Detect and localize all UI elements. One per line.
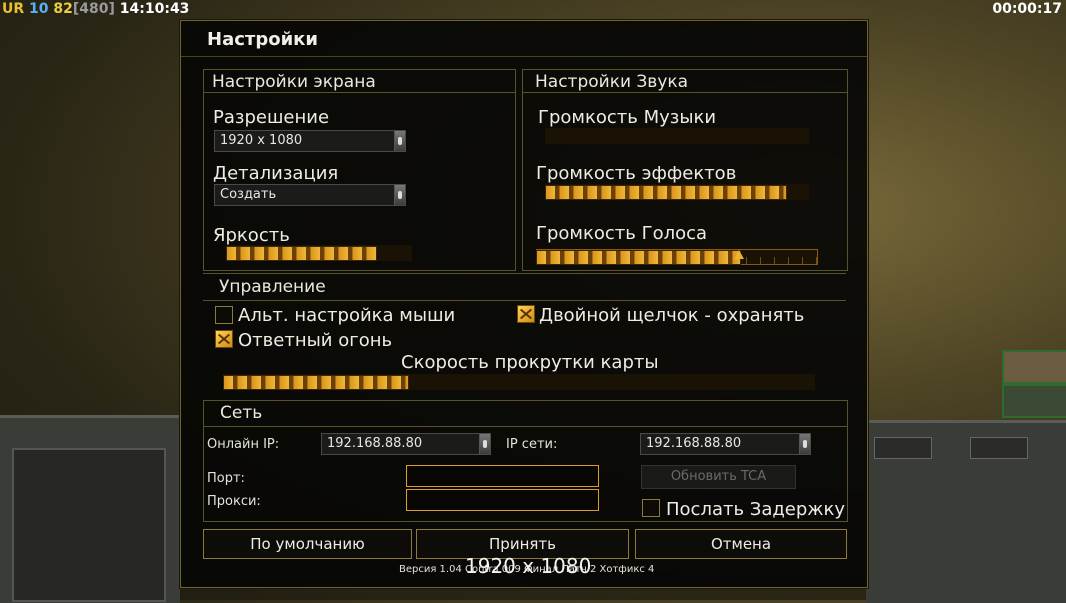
network-panel: Сеть Онлайн IP: 192.168.88.80 IP сети: 1… bbox=[203, 400, 848, 522]
sound-settings-header: Настройки Звука bbox=[523, 70, 847, 93]
game-control-bar-left bbox=[0, 415, 180, 603]
sound-settings-panel: Настройки Звука Громкость Музыки Громкос… bbox=[522, 69, 848, 271]
update-tca-button[interactable]: Обновить TCA bbox=[641, 465, 796, 489]
music-volume-slider-track bbox=[545, 128, 809, 144]
build-slot bbox=[874, 437, 932, 459]
hud-ping: 10 bbox=[29, 1, 49, 17]
resolution-dropdown-icon[interactable] bbox=[394, 131, 405, 151]
voice-volume-slider-fill bbox=[536, 250, 741, 265]
options-dialog: Настройки Настройки экрана Разрешение 19… bbox=[180, 20, 868, 588]
online-ip-label: Онлайн IP: bbox=[207, 437, 280, 452]
lan-ip-select[interactable]: 192.168.88.80 bbox=[640, 433, 811, 455]
dialog-title-bar: Настройки bbox=[181, 21, 867, 57]
online-ip-value: 192.168.88.80 bbox=[327, 436, 423, 451]
hud-stats: UR 10 82[480] 14:10:43 bbox=[2, 1, 189, 17]
sound-settings-title: Настройки Звука bbox=[535, 72, 689, 92]
minimap-screen bbox=[12, 448, 166, 602]
display-settings-panel: Настройки экрана Разрешение 1920 x 1080 … bbox=[203, 69, 516, 271]
detail-value: Создать bbox=[220, 187, 277, 202]
double-click-guard-checkbox[interactable] bbox=[517, 305, 535, 323]
rank-slot bbox=[970, 437, 1028, 459]
game-control-bar-right bbox=[866, 420, 1066, 603]
lan-ip-label: IP сети: bbox=[506, 437, 558, 452]
network-header: Сеть bbox=[204, 401, 847, 427]
hud-ur: UR bbox=[2, 1, 25, 17]
hud-fps-cap: [480] bbox=[72, 1, 115, 17]
detail-label: Детализация bbox=[213, 163, 339, 184]
cancel-button[interactable]: Отмена bbox=[635, 529, 847, 559]
double-click-guard-label: Двойной щелчок - охранять bbox=[539, 305, 805, 326]
port-label: Порт: bbox=[207, 471, 245, 486]
detail-dropdown-icon[interactable] bbox=[394, 185, 405, 205]
display-settings-title: Настройки экрана bbox=[212, 72, 376, 92]
brightness-label: Яркость bbox=[213, 225, 290, 246]
detail-select[interactable]: Создать bbox=[214, 184, 406, 206]
proxy-input[interactable] bbox=[406, 489, 599, 511]
hud-clock: 14:10:43 bbox=[119, 1, 190, 17]
send-delay-label: Послать Задержку bbox=[666, 499, 846, 520]
radar-icon bbox=[1002, 384, 1066, 418]
return-fire-label: Ответный огонь bbox=[238, 330, 393, 351]
network-title: Сеть bbox=[220, 403, 263, 423]
scroll-speed-slider[interactable] bbox=[223, 374, 815, 390]
brightness-slider[interactable] bbox=[226, 245, 412, 261]
voice-volume-slider-knob[interactable] bbox=[734, 250, 744, 259]
dialog-title: Настройки bbox=[207, 29, 319, 50]
controls-panel: Управление Альт. настройка мыши Двойной … bbox=[203, 273, 846, 398]
music-volume-slider[interactable] bbox=[545, 128, 809, 144]
hud-timer: 00:00:17 bbox=[992, 1, 1062, 17]
brightness-slider-fill bbox=[226, 246, 377, 261]
general-portrait-icon bbox=[1002, 350, 1066, 384]
display-settings-header: Настройки экрана bbox=[204, 70, 515, 93]
resolution-select[interactable]: 1920 x 1080 bbox=[214, 130, 406, 152]
return-fire-checkbox[interactable] bbox=[215, 330, 233, 348]
effects-volume-slider-fill bbox=[545, 185, 787, 200]
alt-mouse-label: Альт. настройка мыши bbox=[238, 305, 456, 326]
resolution-overlay-text: 1920 x 1080 bbox=[465, 554, 592, 578]
defaults-button[interactable]: По умолчанию bbox=[203, 529, 412, 559]
lan-ip-dropdown-icon[interactable] bbox=[799, 434, 810, 454]
port-input[interactable] bbox=[406, 465, 599, 487]
hud-fps: 82 bbox=[53, 1, 73, 17]
effects-volume-slider[interactable] bbox=[545, 184, 809, 200]
send-delay-checkbox[interactable] bbox=[642, 499, 660, 517]
scroll-speed-slider-fill bbox=[223, 375, 409, 390]
resolution-label: Разрешение bbox=[213, 107, 330, 128]
controls-header: Управление bbox=[203, 274, 846, 301]
online-ip-select[interactable]: 192.168.88.80 bbox=[321, 433, 491, 455]
proxy-label: Прокси: bbox=[207, 494, 261, 509]
resolution-value: 1920 x 1080 bbox=[220, 133, 303, 148]
alt-mouse-checkbox[interactable] bbox=[215, 306, 233, 324]
scroll-speed-label: Скорость прокрутки карты bbox=[401, 352, 659, 373]
effects-volume-label: Громкость эффектов bbox=[536, 163, 737, 184]
music-volume-label: Громкость Музыки bbox=[538, 107, 717, 128]
voice-volume-label: Громкость Голоса bbox=[536, 223, 708, 244]
lan-ip-value: 192.168.88.80 bbox=[646, 436, 742, 451]
voice-volume-slider[interactable] bbox=[536, 249, 818, 265]
online-ip-dropdown-icon[interactable] bbox=[479, 434, 490, 454]
controls-title: Управление bbox=[219, 277, 326, 297]
